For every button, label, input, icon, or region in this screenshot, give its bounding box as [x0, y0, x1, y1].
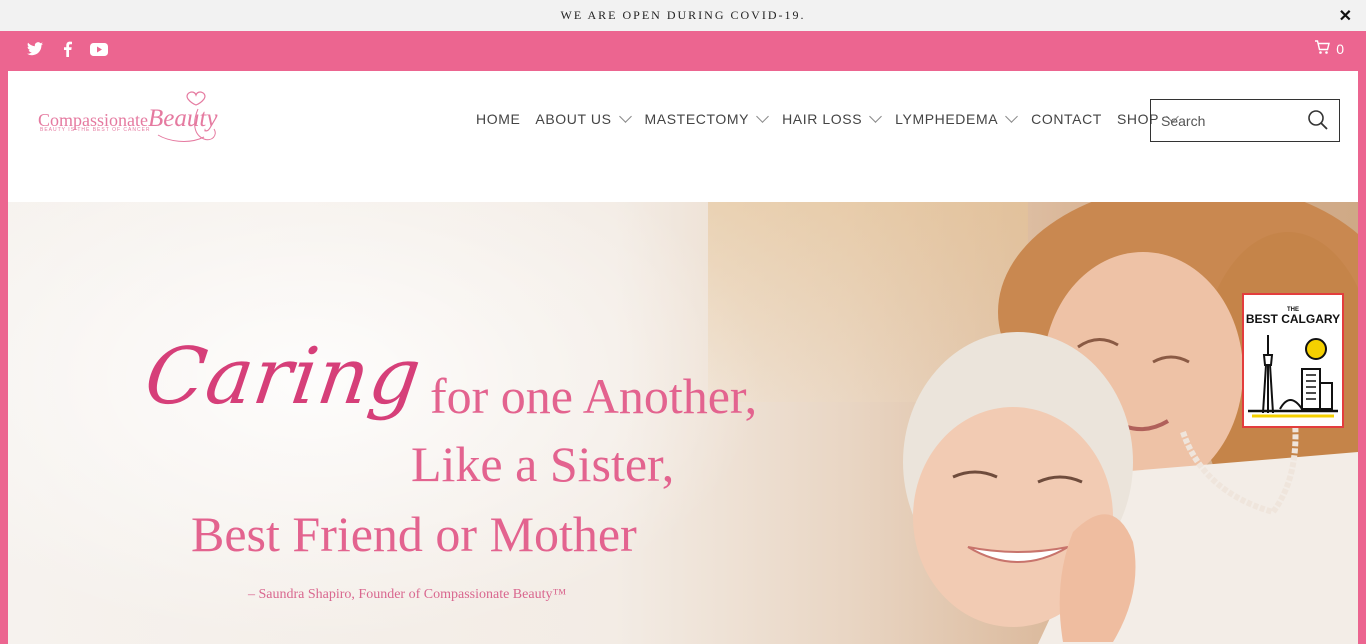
main-nav: HOME ABOUT US MASTECTOMY HAIR LOSS LYMPH…: [476, 109, 1192, 127]
nav-home-label: HOME: [476, 111, 521, 127]
nav-lymphedema-label: LYMPHEDEMA: [895, 111, 999, 127]
cart-icon: [1314, 40, 1331, 58]
nav-about-us[interactable]: ABOUT US: [535, 109, 632, 127]
chevron-down-icon: [756, 109, 769, 123]
search-input[interactable]: [1161, 112, 1301, 129]
nav-hair-loss-label: HAIR LOSS: [782, 111, 863, 127]
hero-caring-script: Caring: [139, 332, 427, 422]
announcement-text: WE ARE OPEN DURING COVID-19.: [560, 8, 806, 22]
twitter-icon[interactable]: [26, 40, 44, 58]
nav-contact-label: CONTACT: [1031, 111, 1102, 127]
search-icon[interactable]: [1307, 109, 1329, 136]
announcement-bar: WE ARE OPEN DURING COVID-19. ✕: [0, 0, 1366, 31]
hero-attribution: – Saundra Shapiro, Founder of Compassion…: [248, 587, 567, 602]
nav-home[interactable]: HOME: [476, 111, 520, 127]
cart-button[interactable]: 0: [1314, 40, 1344, 58]
nav-lymphedema[interactable]: LYMPHEDEMA: [895, 109, 1019, 127]
nav-hair-loss[interactable]: HAIR LOSS: [782, 109, 883, 127]
hero-line-3: Best Friend or Mother: [191, 506, 637, 562]
main-panel: CompassionateBeauty BEAUTY IS THE BEST O…: [8, 71, 1358, 644]
nav-mastectomy-label: MASTECTOMY: [644, 111, 750, 127]
social-links: [26, 40, 108, 58]
best-calgary-logo: THE BEST CALGARY: [1246, 307, 1340, 418]
cart-count: 0: [1336, 41, 1344, 57]
chevron-down-icon: [869, 109, 883, 123]
logo[interactable]: CompassionateBeauty BEAUTY IS THE BEST O…: [38, 87, 228, 157]
logo-tagline: BEAUTY IS THE BEST OF CANCER: [40, 127, 151, 133]
search-box: [1150, 99, 1340, 142]
youtube-icon[interactable]: [90, 40, 108, 58]
nav-contact[interactable]: CONTACT: [1031, 111, 1102, 127]
hero-line-1: for one Another,: [430, 368, 758, 424]
best-calgary-badge[interactable]: THE BEST CALGARY: [1242, 293, 1344, 428]
hero-line-2: Like a Sister,: [411, 436, 675, 492]
chevron-down-icon: [1005, 109, 1019, 123]
close-icon[interactable]: ✕: [1339, 6, 1352, 26]
nav-mastectomy[interactable]: MASTECTOMY: [644, 109, 769, 127]
badge-label: BEST CALGARY: [1246, 312, 1340, 326]
chevron-down-icon: [618, 109, 632, 123]
facebook-icon[interactable]: [58, 40, 76, 58]
nav-about-label: ABOUT US: [535, 111, 612, 127]
logo-script-word: Beauty: [148, 105, 218, 132]
hero-banner: Caring for one Another, Like a Sister, B…: [8, 202, 1358, 644]
